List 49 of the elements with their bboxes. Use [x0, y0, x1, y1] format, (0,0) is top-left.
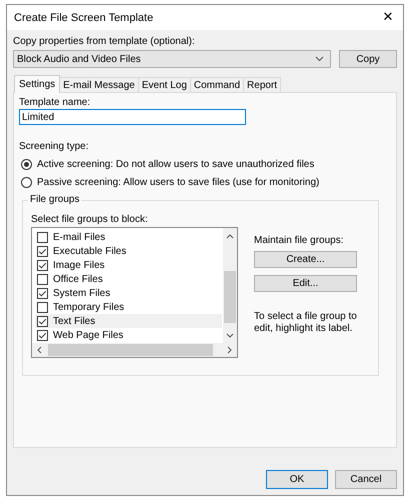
template-name-field[interactable]: Limited [19, 109, 246, 125]
checkbox[interactable] [37, 232, 48, 242]
copy-button[interactable]: Copy [339, 50, 397, 68]
group-title: File groups [28, 194, 82, 205]
checkbox[interactable] [37, 302, 48, 312]
file-group-label[interactable]: Image Files [53, 260, 105, 270]
file-group-label[interactable]: Temporary Files [53, 302, 124, 312]
screening-type-label: Screening type: [19, 141, 90, 152]
scroll-thumb[interactable] [48, 344, 213, 356]
file-group-label[interactable]: Office Files [53, 274, 103, 284]
tab[interactable]: E-mail Message [59, 77, 139, 92]
scroll-up-icon[interactable] [226, 233, 234, 239]
file-group-label[interactable]: E-mail Files [53, 232, 106, 242]
checkbox[interactable] [37, 288, 48, 298]
checkbox[interactable] [37, 260, 48, 270]
tab[interactable]: Event Log [138, 77, 191, 92]
radio-label[interactable]: Active screening: Do not allow users to save unauthorized files [37, 159, 314, 170]
tab[interactable]: Report [243, 77, 282, 92]
dialog-button[interactable]: OK [266, 470, 328, 489]
caret-icon [315, 56, 324, 62]
vertical-scrollbar[interactable] [223, 228, 237, 343]
file-group-label[interactable]: Executable Files [53, 246, 126, 256]
checkbox[interactable] [37, 246, 48, 256]
checkbox[interactable] [37, 274, 48, 284]
template-name-label: Template name: [19, 97, 92, 108]
radio-label[interactable]: Passive screening: Allow users to save files (use for monitoring) [37, 177, 320, 188]
scroll-down-icon[interactable] [226, 333, 234, 339]
scroll-left-icon[interactable] [36, 346, 42, 354]
dialog-button[interactable]: Cancel [335, 470, 397, 489]
file-group-button[interactable]: Create... [254, 251, 357, 268]
radio-button[interactable] [21, 159, 32, 170]
list-label: Select file groups to block: [31, 214, 149, 225]
file-group-button[interactable]: Edit... [254, 275, 357, 292]
tab[interactable]: Settings [14, 75, 60, 93]
checkbox[interactable] [37, 330, 48, 340]
scroll-thumb[interactable] [224, 271, 236, 323]
maintain-label: Maintain file groups: [254, 235, 344, 246]
checkbox[interactable] [37, 316, 48, 326]
radio-button[interactable] [21, 177, 32, 188]
hint-text: To select a file group to edit, highlight its label. [254, 311, 358, 335]
horizontal-scrollbar[interactable] [32, 343, 237, 357]
copy-from-label: Copy properties from template (optional): [13, 36, 196, 47]
file-group-label[interactable]: Text Files [53, 316, 96, 326]
close-button[interactable]: ✕ [373, 5, 403, 30]
scroll-right-icon[interactable] [227, 346, 233, 354]
template-dropdown[interactable]: Block Audio and Video Files [13, 50, 331, 68]
window-title: Create File Screen Template [14, 12, 154, 24]
file-group-label[interactable]: System Files [53, 288, 110, 298]
file-group-label[interactable]: Web Page Files [53, 330, 124, 340]
